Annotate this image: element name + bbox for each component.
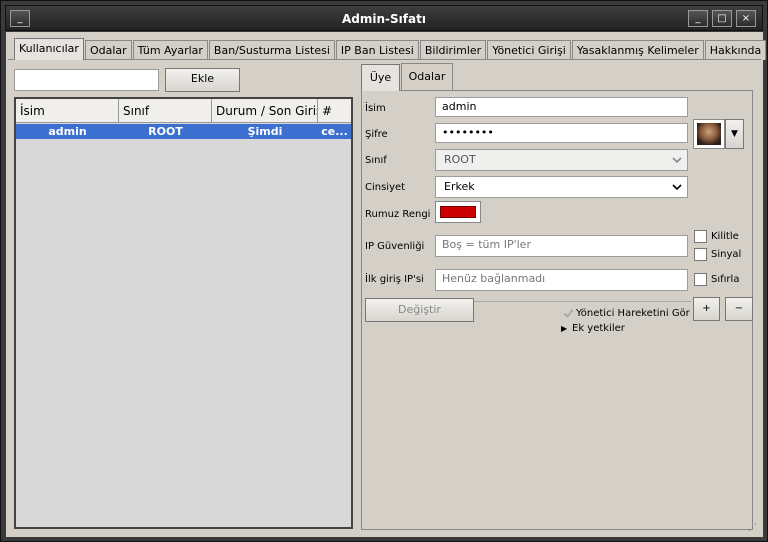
gender-select[interactable]: Erkek	[435, 176, 688, 198]
column-header-name[interactable]: İsim	[16, 99, 119, 123]
change-button[interactable]: Değiştir	[365, 298, 474, 322]
main-tabs: Kullanıcılar Odalar Tüm Ayarlar Ban/Sust…	[14, 38, 767, 60]
tab-rooms[interactable]: Odalar	[84, 40, 132, 60]
table-row[interactable]: admin ROOT Şimdi ce...	[16, 124, 351, 139]
app-window: _ Admin-Sıfatı _ □ × Kullanıcılar Odalar…	[0, 0, 768, 542]
maximize-button[interactable]: □	[712, 10, 732, 27]
class-select[interactable]: ROOT	[435, 149, 688, 171]
admin-actions-checkbox[interactable]	[563, 308, 574, 319]
tab-users[interactable]: Kullanıcılar	[14, 38, 84, 60]
triangle-right-icon[interactable]: ▶	[561, 324, 567, 333]
separator	[473, 301, 691, 302]
check-icon	[563, 309, 574, 319]
column-header-number[interactable]: #	[318, 99, 351, 123]
cell-number: ce...	[321, 125, 348, 138]
gender-label: Cinsiyet	[365, 182, 406, 193]
name-field[interactable]: admin	[435, 97, 688, 117]
subtab-member[interactable]: Üye	[361, 64, 400, 91]
minimize-button[interactable]: _	[688, 10, 708, 27]
chevron-down-icon	[671, 181, 683, 198]
cell-name: admin	[48, 125, 87, 138]
window-title: Admin-Sıfatı	[342, 12, 426, 26]
tab-all-settings[interactable]: Tüm Ayarlar	[132, 40, 208, 60]
class-select-value: ROOT	[444, 153, 476, 166]
avatar-dropdown-button[interactable]: ▼	[725, 119, 744, 149]
tab-banned-words[interactable]: Yasaklanmış Kelimeler	[571, 40, 704, 60]
nick-color-swatch	[440, 206, 476, 218]
name-label: İsim	[365, 103, 386, 114]
nick-color-label: Rumuz Rengi	[365, 209, 431, 220]
signal-label: Sinyal	[711, 249, 742, 260]
nick-color-button[interactable]	[435, 201, 481, 223]
tab-admin-login[interactable]: Yönetici Girişi	[487, 40, 571, 60]
title-bar: _ Admin-Sıfatı _ □ ×	[5, 5, 763, 31]
reset-label: Sıfırla	[711, 274, 740, 285]
class-label: Sınıf	[365, 155, 387, 166]
column-header-class[interactable]: Sınıf	[119, 99, 212, 123]
member-panel: İsim admin Şifre •••••••• ▼ Sınıf ROOT C…	[361, 90, 753, 530]
tab-about[interactable]: Hakkında	[704, 40, 767, 60]
cell-status: Şimdi	[247, 125, 283, 138]
avatar[interactable]	[693, 119, 725, 149]
subtab-rooms[interactable]: Odalar	[401, 63, 453, 90]
lock-checkbox[interactable]	[694, 230, 707, 243]
chevron-down-icon	[671, 154, 683, 171]
add-button[interactable]: Ekle	[165, 68, 240, 92]
tab-ip-ban-list[interactable]: IP Ban Listesi	[335, 40, 419, 60]
avatar-image	[697, 123, 721, 145]
main-area: Kullanıcılar Odalar Tüm Ayarlar Ban/Sust…	[6, 32, 767, 537]
close-button[interactable]: ×	[736, 10, 756, 27]
password-field[interactable]: ••••••••	[435, 123, 688, 143]
add-user-input[interactable]	[14, 69, 159, 91]
first-ip-label: İlk giriş IP'si	[365, 274, 424, 285]
signal-checkbox[interactable]	[694, 248, 707, 261]
user-list[interactable]: İsim Sınıf Durum / Son Giriş # admin ROO…	[14, 97, 353, 529]
resize-grip-icon[interactable]: ⋰	[748, 523, 760, 535]
user-list-header: İsim Sınıf Durum / Son Giriş #	[16, 99, 351, 123]
plus-button[interactable]: +	[693, 297, 720, 321]
tab-notifications[interactable]: Bildirimler	[419, 40, 487, 60]
ip-security-field[interactable]: Boş = tüm IP'ler	[435, 235, 688, 257]
column-header-status[interactable]: Durum / Son Giriş	[212, 99, 318, 123]
ip-security-label: IP Güvenliği	[365, 241, 425, 252]
extra-permissions-label[interactable]: Ek yetkiler	[572, 323, 625, 334]
reset-checkbox[interactable]	[694, 273, 707, 286]
first-ip-field[interactable]: Henüz bağlanmadı	[435, 269, 688, 291]
password-label: Şifre	[365, 129, 388, 140]
admin-actions-label: Yönetici Hareketini Gör	[576, 308, 690, 319]
cell-class: ROOT	[148, 125, 183, 138]
gender-select-value: Erkek	[444, 180, 475, 193]
tab-ban-mute-list[interactable]: Ban/Susturma Listesi	[208, 40, 335, 60]
lock-label: Kilitle	[711, 231, 739, 242]
tab-divider	[8, 59, 761, 60]
minus-button[interactable]: −	[725, 297, 753, 321]
